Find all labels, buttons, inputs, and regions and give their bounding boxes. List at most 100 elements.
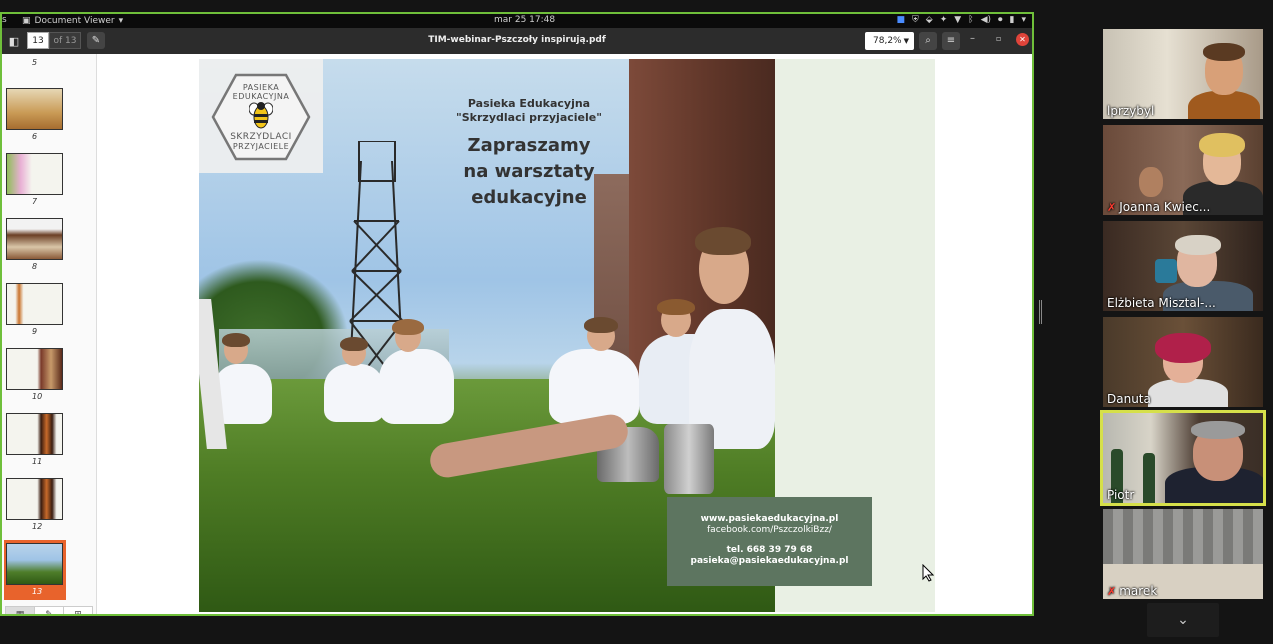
logo-bottom-text: SKRZYDLACI PRZYJACIELE [213,133,309,152]
facebook-text: facebook.com/PszczolkiBzz/ [707,525,832,535]
thumbnail-number: 7 [32,197,38,206]
thumbnail-image [6,543,63,585]
curtain [1103,509,1263,564]
bottle [1143,453,1155,503]
child-4 [549,349,639,424]
participant-name: Joanna Kwiec... [1119,200,1211,214]
mug [1155,259,1177,283]
participant-tile[interactable]: lprzybyl [1103,29,1263,119]
thumbnail-13[interactable]: 13 [4,540,66,600]
sidebar-icon[interactable]: ◧ [4,32,24,50]
screen: s ▣ Document Viewer ▾ mar 25 17:48 ■ ⛨ ⬙… [0,0,1273,644]
participant-name: lprzybyl [1107,104,1155,118]
thumbnail-number: 13 [32,587,43,596]
thumbnail-number: 11 [32,457,43,466]
logo-top-line-1: PASIEKA [242,83,280,92]
thumbnail-5[interactable]: 5 [4,56,66,67]
thumbnail-number: 12 [32,522,43,531]
thumbnail-number: 5 [32,58,38,67]
participant-body [1188,91,1260,119]
participant-tile[interactable]: Elżbieta Misztal-... [1103,221,1263,311]
maximize-icon[interactable]: ▫ [996,34,1001,43]
child-6-hair [695,227,751,255]
thumbnail-number: 10 [32,392,43,401]
participant-face [1139,167,1163,197]
participant-tile[interactable]: ✗ marek [1103,509,1263,599]
zoom-select[interactable]: 78,2% ▼ [865,32,914,50]
thumbnail-10[interactable]: 10 [4,348,66,401]
thumbnail-image [6,413,63,455]
thumbnail-11[interactable]: 11 [4,413,66,466]
participant-tile-active-speaker[interactable]: Piotr [1100,410,1266,506]
thumbnail-image [6,218,63,260]
child-2 [324,364,384,422]
thumbnail-7[interactable]: 7 [4,153,66,206]
system-tray[interactable]: ■ ⛨ ⬙ ✦ ▼ ᛒ ◀) ⏺ ▮ ▾ [896,15,1026,25]
hamburger-icon[interactable]: ≡ [942,32,960,50]
mouse-cursor-icon [922,564,934,582]
child-1-hair [222,333,250,347]
bee-icon [249,102,273,129]
participant-body [1148,379,1228,407]
page-number-input[interactable]: 13 [27,32,49,49]
thumbnails-tab-icon[interactable]: ▦ [6,607,35,614]
search-icon[interactable]: ⌕ [919,32,937,50]
participant-hair [1191,421,1245,439]
participant-name: Elżbieta Misztal-... [1107,296,1216,310]
participant-label: Piotr [1107,488,1134,502]
document-area[interactable]: PASIEKA EDUKACYJNA SKRZYDLACI PRZYJACIEL… [98,54,1032,614]
child-4-hair [584,317,618,333]
zoom-app-icon: ■ [896,15,905,25]
thumbnail-image [6,88,63,130]
shield-icon: ⛨ [912,15,919,25]
outline-tab-icon[interactable]: ⊞ [64,607,92,614]
thumbnail-image [6,348,63,390]
thumbnail-6[interactable]: 6 [4,88,66,141]
dropbox-icon: ⬙ [925,15,933,25]
activities-label[interactable]: s [2,15,7,25]
child-5-hair [657,299,695,315]
document-icon: ▣ [22,16,31,26]
participant-label: ✗ marek [1107,584,1157,598]
tray-app-icon: ✦ [939,15,948,25]
thumbnail-12[interactable]: 12 [4,478,66,531]
participant-hair [1175,235,1221,255]
muted-mic-icon: ✗ [1107,200,1117,214]
participant-label: Elżbieta Misztal-... [1107,296,1216,310]
thumbnail-number: 8 [32,262,38,271]
participant-tile[interactable]: Danuta [1103,317,1263,407]
panel-resize-handle[interactable] [1039,300,1042,324]
sidebar-tabs: ▦ ✎ ⊞ [5,606,93,614]
thumbnail-number: 9 [32,327,38,336]
participant-hair [1203,43,1245,61]
contact-box: www.pasiekaedukacyjna.pl facebook.com/Ps… [667,497,872,586]
logo-box: PASIEKA EDUKACYJNA SKRZYDLACI PRZYJACIEL… [199,59,323,173]
pen-icon[interactable]: ✎ [87,32,105,49]
thumbnail-sidebar: 5 6 7 8 9 10 11 12 13 ▦ ✎ ⊞ [2,54,97,614]
caret-down-icon: ▾ [118,16,124,26]
page-total: of 13 [49,32,81,49]
bluetooth-icon: ᛒ [968,15,974,25]
muted-mic-icon: ✗ [1107,584,1117,598]
volume-icon: ◀) [980,15,991,25]
participant-hair [1199,133,1245,157]
shared-screen: s ▣ Document Viewer ▾ mar 25 17:48 ■ ⛨ ⬙… [0,12,1034,616]
clock[interactable]: mar 25 17:48 [494,15,555,25]
app-menu[interactable]: ▣ Document Viewer ▾ [22,16,123,26]
thumbnail-9[interactable]: 9 [4,283,66,336]
annotations-tab-icon[interactable]: ✎ [35,607,64,614]
wifi-icon: ▼ [954,15,962,25]
close-icon[interactable]: ✕ [1016,33,1029,46]
smoker-spout [664,424,714,494]
thumbnail-8[interactable]: 8 [4,218,66,271]
org-subtitle: "Skrzydlaci przyjaciele" [456,111,602,124]
thumbnail-number: 6 [32,132,38,141]
minimize-icon[interactable]: – [970,33,975,44]
participant-label: lprzybyl [1107,104,1154,118]
system-top-bar: s ▣ Document Viewer ▾ mar 25 17:48 ■ ⛨ ⬙… [2,14,1032,28]
headline-line-1: Zapraszamy [467,135,591,156]
participant-tile[interactable]: ✗ Joanna Kwiec... [1103,125,1263,215]
chevron-down-icon[interactable]: ⌄ [1147,603,1219,637]
child-3-hair [392,319,424,335]
